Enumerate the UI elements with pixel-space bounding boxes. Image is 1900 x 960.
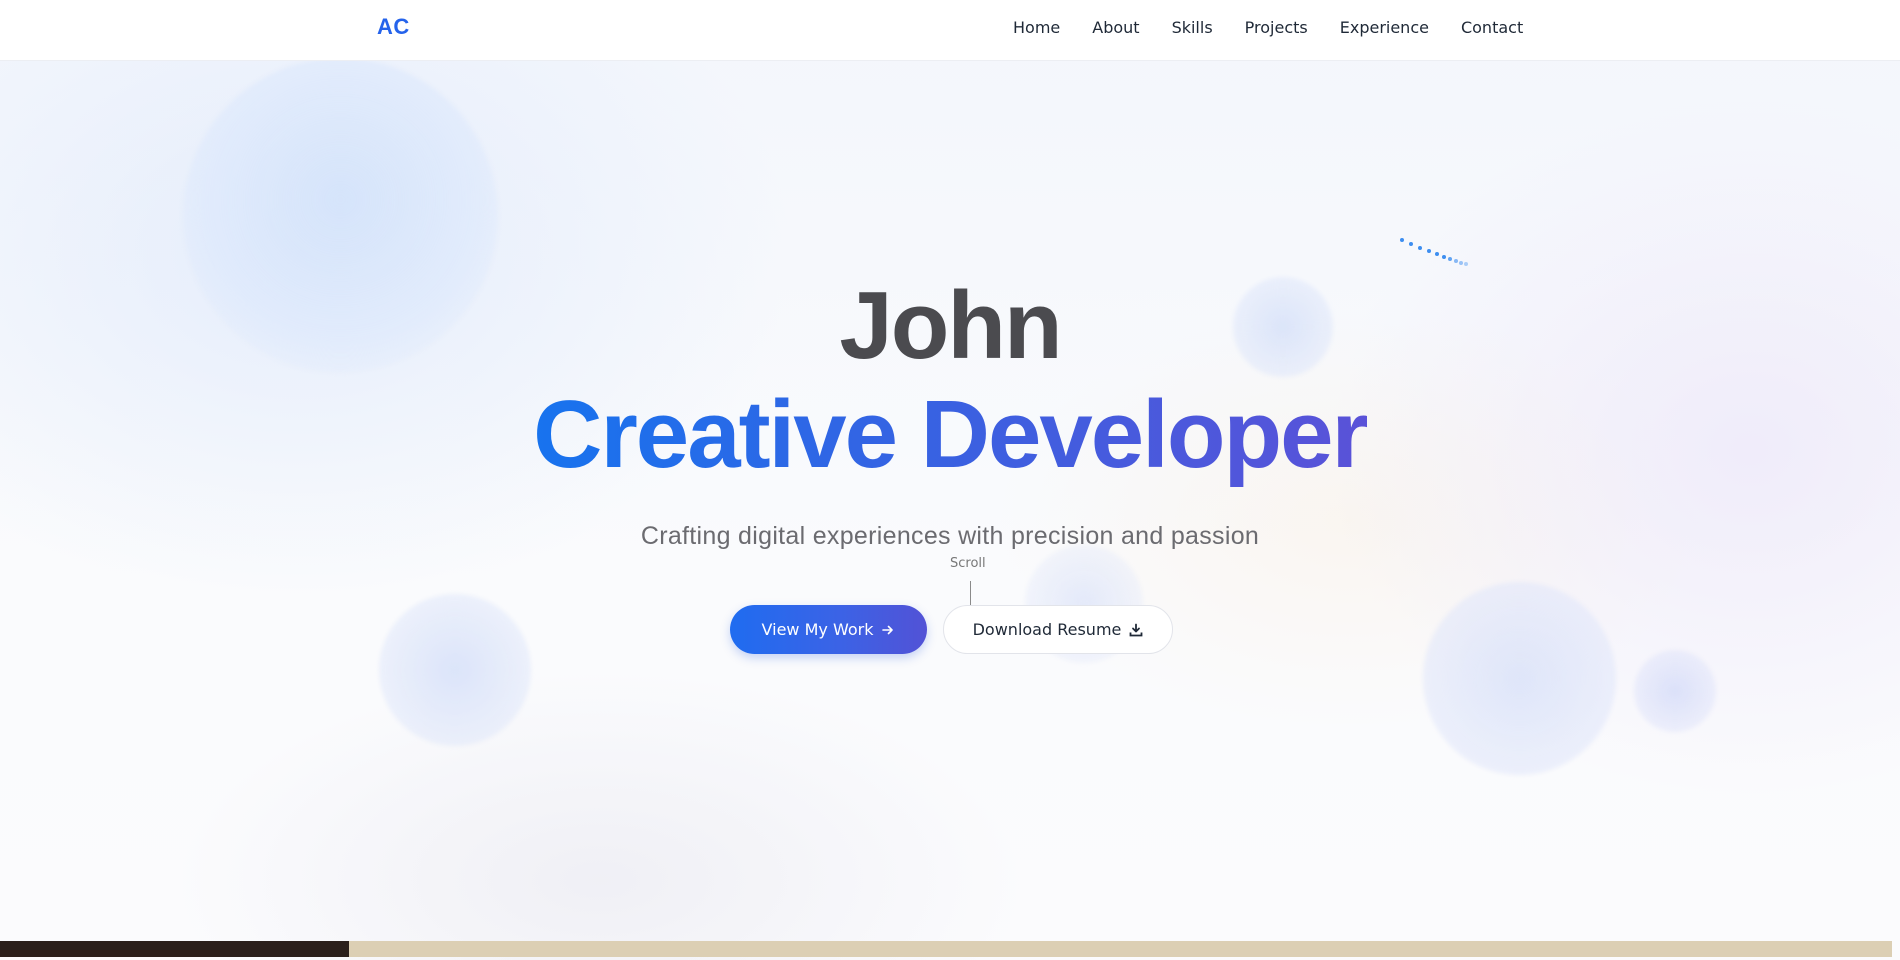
decorative-dot-trail <box>1400 238 1470 270</box>
view-my-work-label: View My Work <box>761 620 874 639</box>
site-header: AC Home About Skills Projects Experience… <box>0 0 1900 61</box>
nav-projects[interactable]: Projects <box>1245 18 1308 37</box>
nav-home[interactable]: Home <box>1013 18 1060 37</box>
scroll-indicator-label: Scroll <box>950 556 986 571</box>
decorative-bubble <box>1634 650 1716 732</box>
hero-name: John <box>839 272 1062 379</box>
hero-title-text: Creative Developer <box>533 381 1369 502</box>
main-nav: Home About Skills Projects Experience Co… <box>1013 18 1523 37</box>
download-resume-label: Download Resume <box>972 620 1122 639</box>
logo[interactable]: AC <box>377 14 410 40</box>
download-icon <box>1129 623 1143 637</box>
nav-experience[interactable]: Experience <box>1340 18 1429 37</box>
download-resume-button[interactable]: Download Resume <box>943 605 1173 654</box>
arrow-right-icon <box>881 623 895 637</box>
bottom-strip <box>0 941 1892 957</box>
hero-tagline: Crafting digital experiences with precis… <box>640 522 1260 550</box>
nav-skills[interactable]: Skills <box>1172 18 1213 37</box>
hero-title: Creative Developer <box>0 383 1900 487</box>
decorative-bubble <box>1423 582 1616 775</box>
nav-contact[interactable]: Contact <box>1461 18 1523 37</box>
view-my-work-button[interactable]: View My Work <box>730 605 927 654</box>
nav-about[interactable]: About <box>1092 18 1139 37</box>
bottom-strip-dark <box>0 941 349 957</box>
bottom-strip-tan <box>349 941 1892 957</box>
decorative-bubble <box>379 594 531 746</box>
